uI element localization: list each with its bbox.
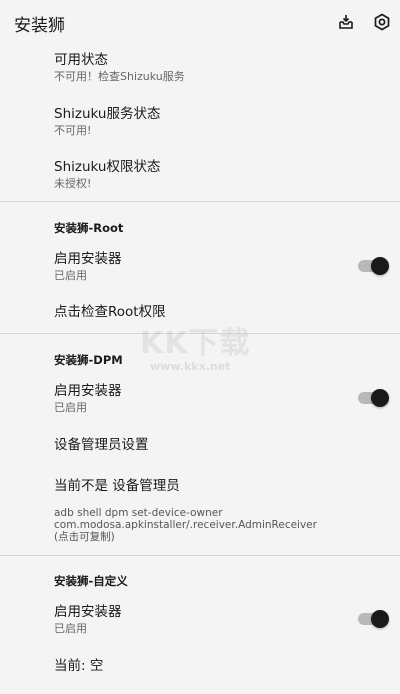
pref-shizuku-permission[interactable]: Shizuku权限状态 未授权! — [54, 159, 384, 191]
pref-summary: 不可用！检查Shizuku服务 — [54, 70, 185, 83]
divider — [0, 201, 400, 202]
pref-admin-settings[interactable]: 设备管理员设置 — [54, 437, 384, 454]
pref-summary: 未授权! — [54, 177, 92, 190]
pref-usable-status[interactable]: 可用状态 不可用！检查Shizuku服务 — [54, 52, 384, 84]
dpm-enable-switch[interactable] — [358, 389, 389, 407]
root-enable-switch[interactable] — [358, 257, 389, 275]
category-root: 安装狮-Root — [54, 221, 124, 235]
pref-title: 启用安装器 — [54, 251, 122, 267]
pref-summary: 已启用 — [54, 401, 87, 414]
switch-thumb — [371, 257, 389, 275]
pref-root-enable[interactable]: 启用安装器 已启用 — [54, 251, 384, 283]
switch-thumb — [371, 610, 389, 628]
pref-summary: 已启用 — [54, 622, 87, 635]
pref-summary: 不可用! — [54, 124, 92, 137]
pref-title: 当前不是 设备管理员 — [54, 478, 180, 494]
pref-custom-current[interactable]: 当前: 空 — [54, 658, 384, 675]
app-title: 安装狮 — [14, 16, 65, 36]
category-dpm: 安装狮-DPM — [54, 353, 123, 367]
app-bar: 安装狮 — [0, 0, 400, 44]
pref-current-admin[interactable]: 当前不是 设备管理员 — [54, 478, 384, 495]
pref-title: 设备管理员设置 — [54, 437, 149, 453]
pref-custom-enable[interactable]: 启用安装器 已启用 — [54, 604, 384, 636]
pref-title: 当前: 空 — [54, 658, 104, 674]
pref-summary: 已启用 — [54, 269, 87, 282]
custom-enable-switch[interactable] — [358, 610, 389, 628]
pref-title: 启用安装器 — [54, 604, 122, 620]
pref-shizuku-service[interactable]: Shizuku服务状态 不可用! — [54, 106, 384, 138]
pref-title: Shizuku服务状态 — [54, 106, 161, 122]
category-custom: 安装狮-自定义 — [54, 574, 128, 588]
settings-icon[interactable] — [370, 10, 394, 34]
inbox-download-icon[interactable] — [334, 10, 358, 34]
pref-title: 启用安装器 — [54, 383, 122, 399]
pref-title: 可用状态 — [54, 52, 108, 68]
copy-hint[interactable]: (点击可复制) — [54, 530, 115, 544]
watermark-url: www.kkx.net — [150, 360, 231, 373]
switch-thumb — [371, 389, 389, 407]
pref-title: Shizuku权限状态 — [54, 159, 161, 175]
watermark-logo: KK下载 — [140, 326, 251, 361]
pref-dpm-enable[interactable]: 启用安装器 已启用 — [54, 383, 384, 415]
divider — [0, 555, 400, 556]
